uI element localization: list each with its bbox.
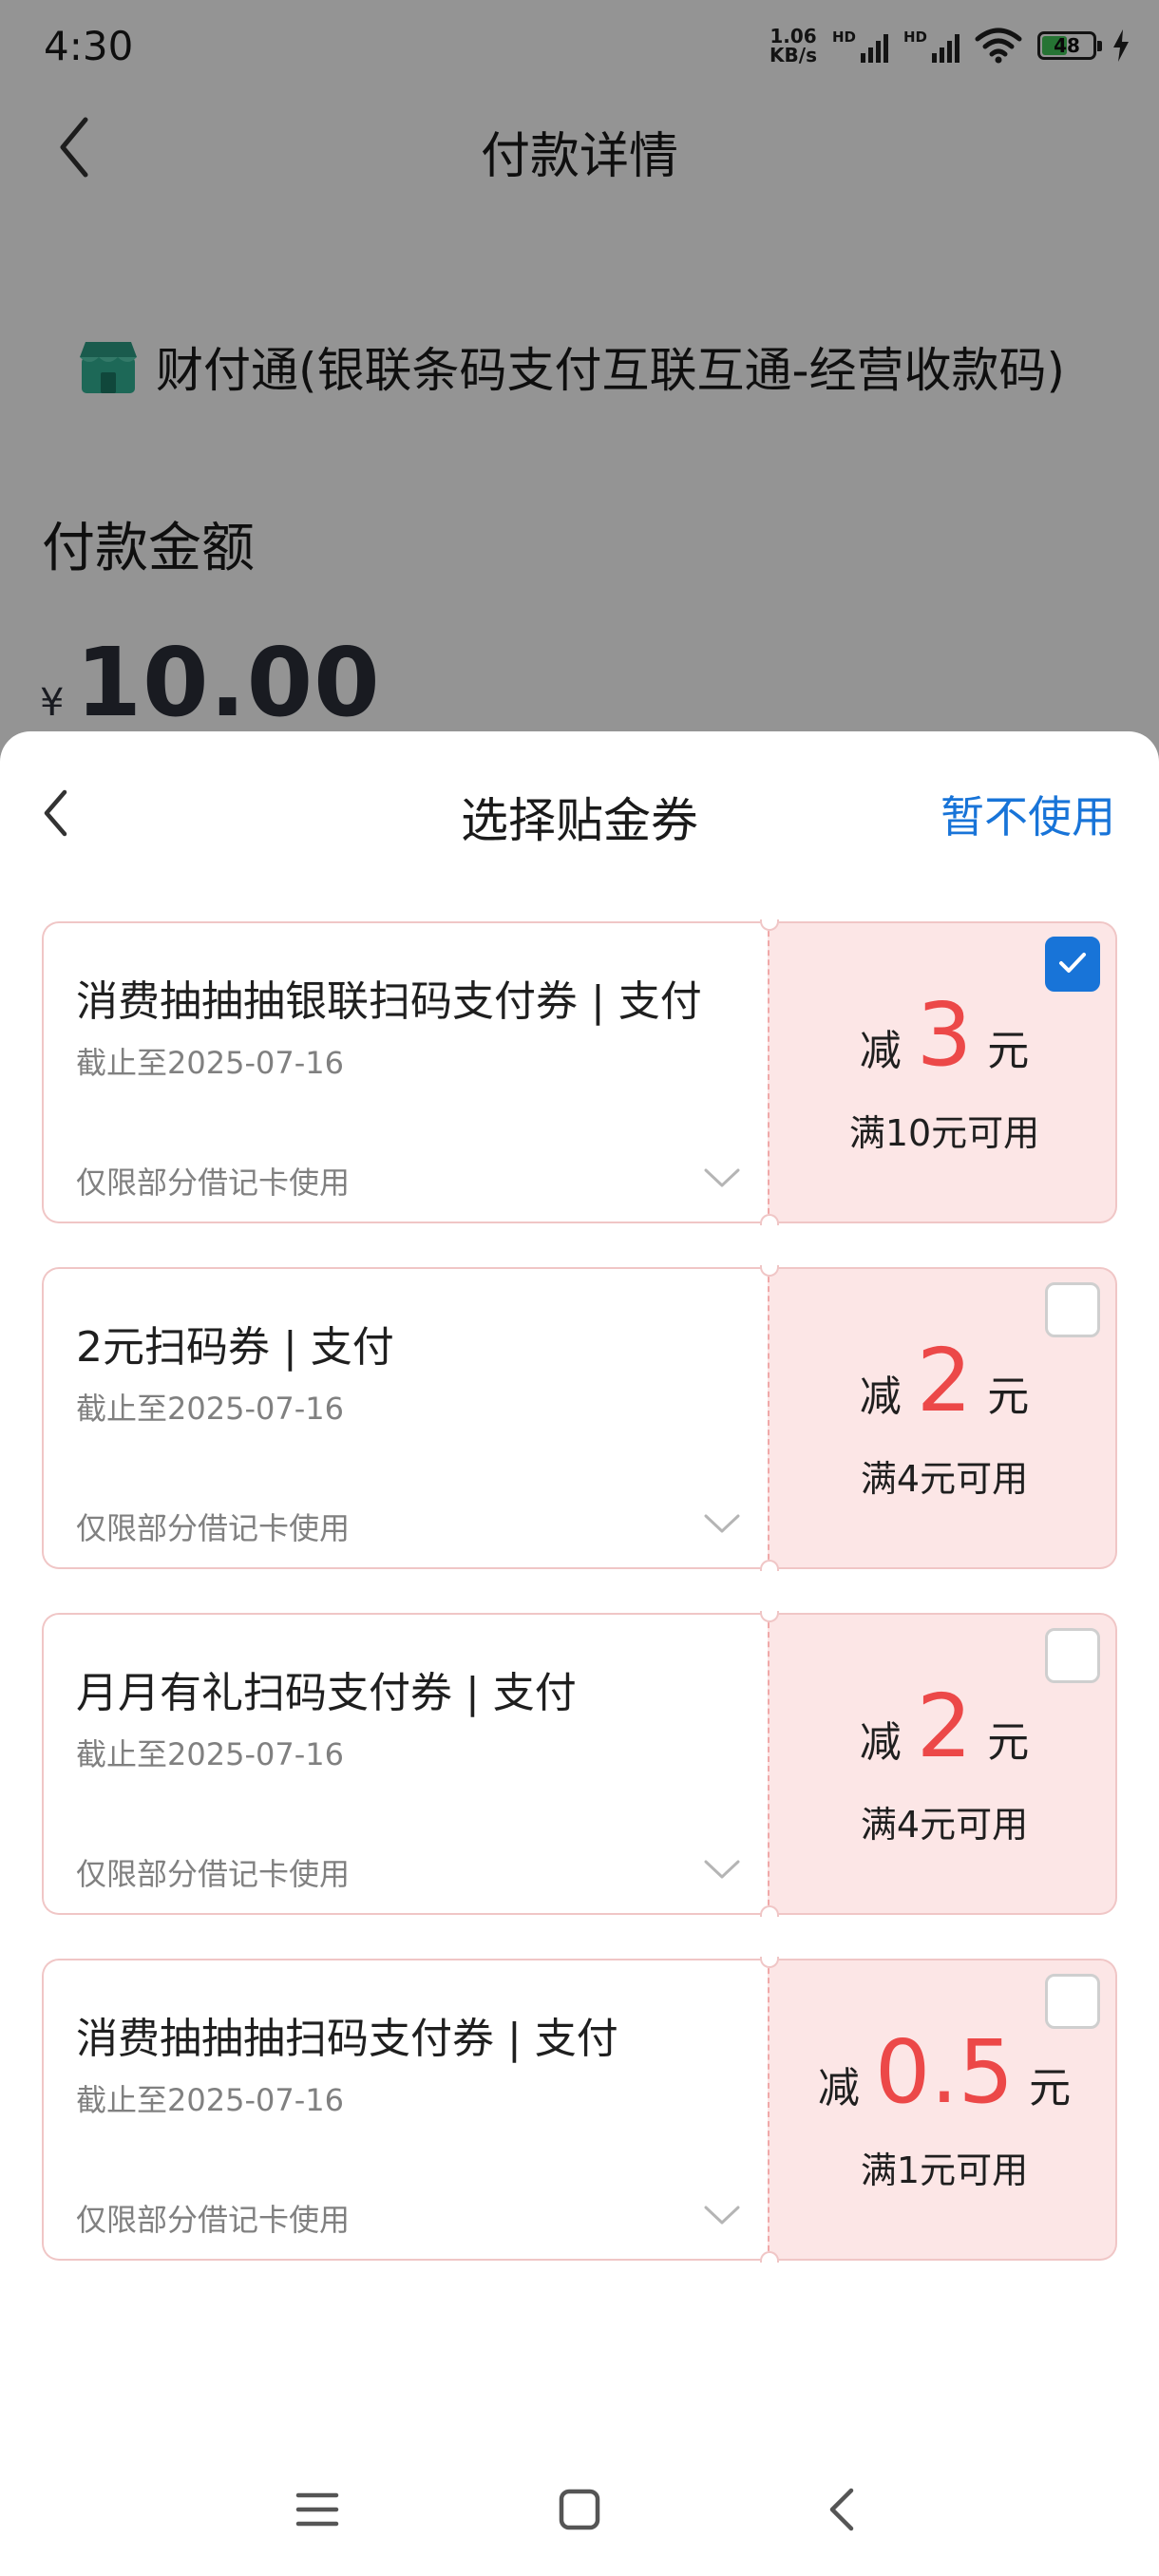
back-triangle-icon[interactable] bbox=[813, 2481, 870, 2538]
menu-icon[interactable] bbox=[289, 2481, 346, 2538]
discount-prefix: 减 bbox=[817, 2064, 860, 2112]
chevron-down-icon[interactable] bbox=[703, 1166, 741, 1189]
coupon-info: 2元扫码券 | 支付 截止至2025-07-16 仅限部分借记卡使用 bbox=[42, 1267, 768, 1569]
discount-amount: 3 bbox=[916, 984, 973, 1086]
discount-condition: 满10元可用 bbox=[848, 1112, 1040, 1154]
discount-amount: 0.5 bbox=[874, 2021, 1015, 2123]
discount-condition: 满4元可用 bbox=[860, 1458, 1029, 1500]
discount-unit: 元 bbox=[987, 1027, 1030, 1075]
discount-unit: 元 bbox=[987, 1718, 1030, 1767]
discount-prefix: 减 bbox=[859, 1027, 902, 1075]
coupon-expiry: 截止至2025-07-16 bbox=[76, 1391, 344, 1427]
skip-coupon-button[interactable]: 暂不使用 bbox=[940, 783, 1115, 845]
coupon-select-sheet: 选择贴金券 暂不使用 消费抽抽抽银联扫码支付券 | 支付 截止至2025-07-… bbox=[0, 731, 1159, 2576]
coupon-discount-panel: 减 2 元 满4元可用 bbox=[768, 1267, 1117, 1569]
coupon-name: 月月有礼扫码支付券 | 支付 bbox=[76, 1669, 577, 1717]
coupon-limit: 仅限部分借记卡使用 bbox=[76, 1856, 351, 1892]
coupon-name: 2元扫码券 | 支付 bbox=[76, 1323, 394, 1372]
coupon-info: 消费抽抽抽银联扫码支付券 | 支付 截止至2025-07-16 仅限部分借记卡使… bbox=[42, 921, 768, 1223]
coupon-limit: 仅限部分借记卡使用 bbox=[76, 1510, 351, 1546]
discount-unit: 元 bbox=[987, 1373, 1030, 1421]
coupon-card[interactable]: 月月有礼扫码支付券 | 支付 截止至2025-07-16 仅限部分借记卡使用 减… bbox=[42, 1611, 1117, 1917]
discount-line: 减 0.5 元 bbox=[770, 2021, 1119, 2123]
discount-prefix: 减 bbox=[859, 1718, 902, 1767]
coupon-limit: 仅限部分借记卡使用 bbox=[76, 1165, 351, 1201]
coupon-card[interactable]: 消费抽抽抽扫码支付券 | 支付 截止至2025-07-16 仅限部分借记卡使用 … bbox=[42, 1957, 1117, 2263]
discount-line: 减 2 元 bbox=[770, 1330, 1119, 1431]
coupon-info: 月月有礼扫码支付券 | 支付 截止至2025-07-16 仅限部分借记卡使用 bbox=[42, 1613, 768, 1915]
coupon-name: 消费抽抽抽扫码支付券 | 支付 bbox=[76, 2015, 618, 2063]
coupon-info: 消费抽抽抽扫码支付券 | 支付 截止至2025-07-16 仅限部分借记卡使用 bbox=[42, 1959, 768, 2261]
chevron-down-icon[interactable] bbox=[703, 2204, 741, 2226]
discount-condition: 满4元可用 bbox=[860, 1804, 1029, 1846]
coupon-limit: 仅限部分借记卡使用 bbox=[76, 2202, 351, 2238]
coupon-card[interactable]: 2元扫码券 | 支付 截止至2025-07-16 仅限部分借记卡使用 减 2 元… bbox=[42, 1265, 1117, 1571]
coupon-discount-panel: 减 2 元 满4元可用 bbox=[768, 1613, 1117, 1915]
discount-line: 减 2 元 bbox=[770, 1676, 1119, 1777]
home-square-icon[interactable] bbox=[551, 2481, 608, 2538]
coupon-expiry: 截止至2025-07-16 bbox=[76, 2082, 344, 2118]
coupon-discount-panel: 减 0.5 元 满1元可用 bbox=[768, 1959, 1117, 2261]
discount-line: 减 3 元 bbox=[770, 984, 1119, 1086]
coupon-card[interactable]: 消费抽抽抽银联扫码支付券 | 支付 截止至2025-07-16 仅限部分借记卡使… bbox=[42, 919, 1117, 1225]
chevron-down-icon[interactable] bbox=[703, 1512, 741, 1535]
discount-prefix: 减 bbox=[859, 1373, 902, 1421]
coupon-expiry: 截止至2025-07-16 bbox=[76, 1736, 344, 1772]
discount-unit: 元 bbox=[1029, 2064, 1072, 2112]
discount-amount: 2 bbox=[916, 1330, 973, 1431]
system-navigation-bar bbox=[0, 2460, 1159, 2555]
discount-condition: 满1元可用 bbox=[860, 2150, 1029, 2191]
checkmark-icon bbox=[1059, 953, 1086, 973]
coupon-discount-panel: 减 3 元 满10元可用 bbox=[768, 921, 1117, 1223]
chevron-down-icon[interactable] bbox=[703, 1858, 741, 1881]
coupon-expiry: 截止至2025-07-16 bbox=[76, 1045, 344, 1081]
coupon-name: 消费抽抽抽银联扫码支付券 | 支付 bbox=[76, 977, 702, 1026]
discount-amount: 2 bbox=[916, 1676, 973, 1777]
